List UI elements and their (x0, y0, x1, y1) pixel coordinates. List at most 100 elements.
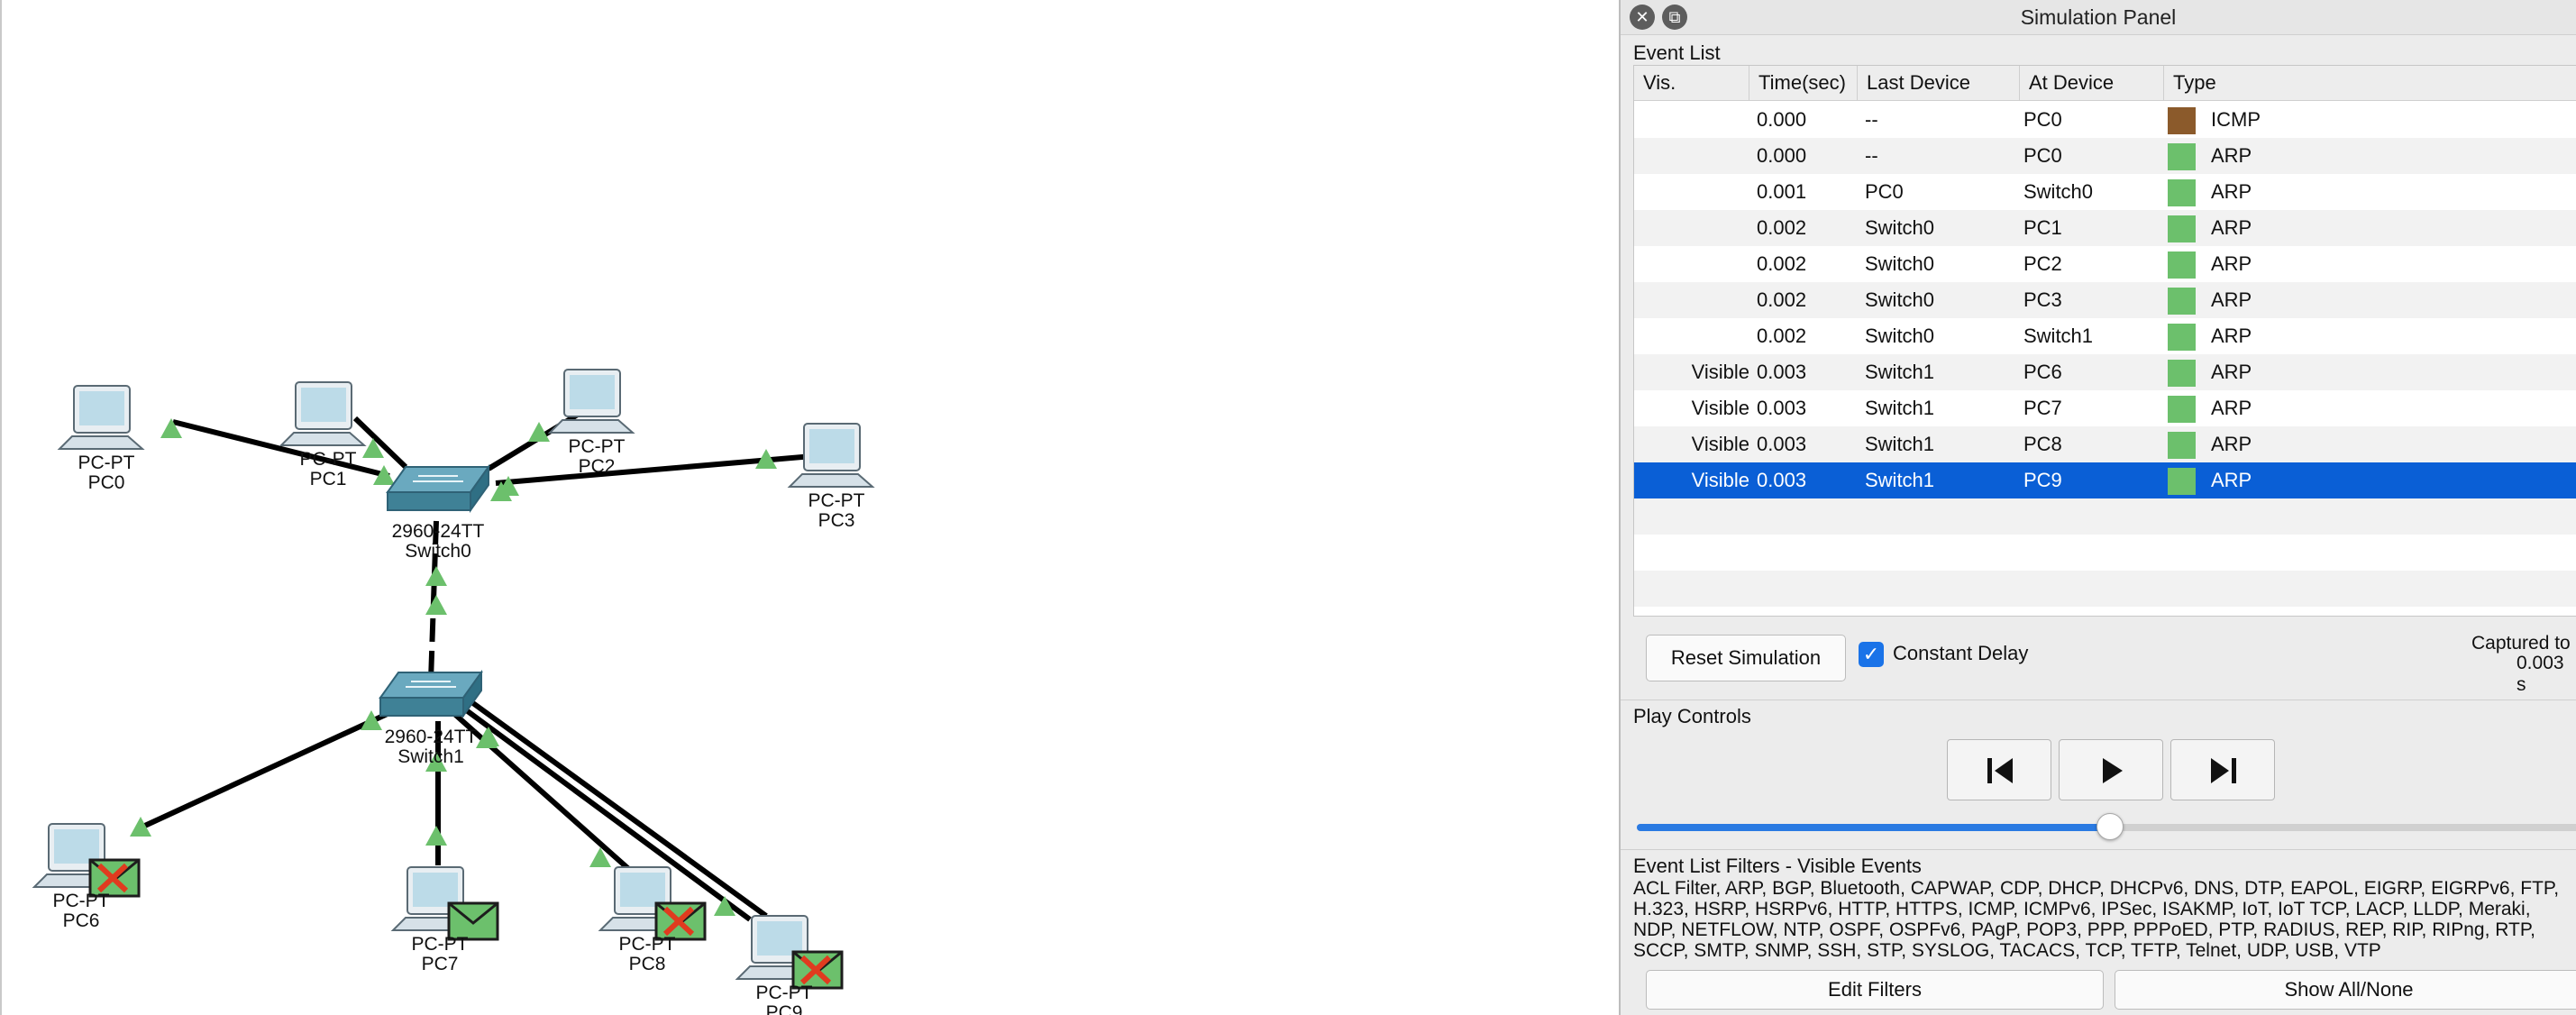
column-header-time[interactable]: Time(sec) (1749, 66, 1858, 100)
event-time: 0.003 (1757, 397, 1807, 419)
simulation-panel: ✕ ⧉ Simulation Panel Event List Vis. Tim… (1619, 0, 2576, 1015)
panel-title: Simulation Panel (2020, 5, 2177, 29)
pc-model-label: PC-PT (300, 449, 357, 470)
event-last-device: Switch1 (1865, 469, 1935, 491)
keyboard-icon (57, 435, 145, 450)
event-type-swatch[interactable] (2168, 396, 2196, 423)
event-type: ARP (2211, 361, 2252, 383)
screen-icon (570, 375, 615, 409)
switch-device[interactable] (379, 669, 483, 719)
event-type-swatch[interactable] (2168, 215, 2196, 242)
column-header-last-device[interactable]: Last Device (1858, 66, 2020, 100)
constant-delay-checkbox[interactable]: ✓ (1859, 642, 1884, 667)
event-vis (1634, 102, 1749, 138)
event-at-device: PC2 (2023, 252, 2062, 275)
pc-device[interactable] (279, 381, 367, 446)
logical-workspace[interactable]: PC-PT PC0 PC-PT PC1 PC-PT PC2 PC-PT PC3 PC-PT PC6… (0, 0, 1619, 1015)
switch-device[interactable] (386, 463, 490, 514)
switch-model-label: 2960-24TT (385, 727, 478, 747)
event-row[interactable]: 0.002 Switch0 PC1 ARP (1634, 210, 2576, 246)
pc-name-label: PC7 (422, 954, 459, 974)
column-header-vis[interactable]: Vis. (1634, 66, 1749, 100)
screen-icon (413, 873, 458, 907)
play-button[interactable] (2059, 739, 2163, 800)
event-row[interactable]: 0.000 -- PC0 ARP (1634, 138, 2576, 174)
event-row[interactable]: 0.002 Switch0 PC2 ARP (1634, 246, 2576, 282)
event-row[interactable]: 0.002 Switch0 PC3 ARP (1634, 282, 2576, 318)
event-row[interactable]: 0.002 Switch0 Switch1 ARP (1634, 318, 2576, 354)
pc-device[interactable] (547, 369, 635, 434)
event-list-table[interactable]: Vis. Time(sec) Last Device At Device Typ… (1633, 65, 2576, 617)
switch-model-label: 2960-24TT (392, 521, 485, 542)
panel-titlebar: ✕ ⧉ Simulation Panel (1621, 0, 2576, 35)
pc-model-label: PC-PT (412, 934, 469, 955)
edit-filters-button[interactable]: Edit Filters (1646, 970, 2104, 1010)
event-last-device: Switch1 (1865, 361, 1935, 383)
screen-icon (809, 429, 854, 463)
event-last-device: Switch0 (1865, 252, 1935, 275)
event-type: ARP (2211, 144, 2252, 167)
event-at-device: PC3 (2023, 288, 2062, 311)
screen-icon (79, 391, 124, 425)
show-all-none-button[interactable]: Show All/None (2115, 970, 2576, 1010)
event-type-swatch[interactable] (2168, 179, 2196, 206)
event-row[interactable]: Visible 0.003 Switch1 PC6 ARP (1634, 354, 2576, 390)
pc-device[interactable] (32, 823, 141, 898)
event-vis (1634, 174, 1749, 210)
event-type-swatch[interactable] (2168, 360, 2196, 387)
empty-row (1634, 498, 2576, 535)
pc-model-label: PC-PT (808, 490, 865, 511)
network-link[interactable] (460, 704, 752, 922)
keyboard-icon (279, 432, 367, 446)
event-at-device: PC9 (2023, 469, 2062, 491)
switch-front-icon (379, 697, 464, 717)
event-type: ARP (2211, 288, 2252, 311)
pc-name-label: PC6 (63, 910, 100, 931)
event-row[interactable]: 0.001 PC0 Switch0 ARP (1634, 174, 2576, 210)
column-header-type[interactable]: Type (2164, 66, 2576, 100)
event-type-swatch[interactable] (2168, 107, 2196, 134)
column-header-at-device[interactable]: At Device (2020, 66, 2164, 100)
pc-device[interactable] (390, 866, 499, 941)
topology-canvas[interactable]: PC-PTPC0PC-PTPC1PC-PTPC2PC-PTPC3PC-PTPC6… (2, 0, 1621, 1015)
pc-model-label: PC-PT (569, 436, 626, 457)
event-type: ARP (2211, 469, 2252, 491)
play-controls-label: Play Controls (1633, 705, 1751, 727)
filters-list: ACL Filter, ARP, BGP, Bluetooth, CAPWAP,… (1633, 878, 2560, 961)
event-type: ARP (2211, 397, 2252, 419)
pc-device[interactable] (57, 385, 145, 450)
pc-device[interactable] (735, 915, 844, 990)
event-row[interactable]: Visible 0.003 Switch1 PC9 ARP (1634, 462, 2576, 498)
network-link[interactable] (451, 709, 635, 875)
event-type: ARP (2211, 180, 2252, 203)
event-type-swatch[interactable] (2168, 143, 2196, 170)
screen-icon (54, 829, 99, 864)
network-link[interactable] (172, 419, 390, 479)
switch-name-label: Switch0 (405, 541, 471, 562)
event-row[interactable]: 0.000 -- PC0 ICMP (1634, 102, 2576, 138)
event-type-swatch[interactable] (2168, 288, 2196, 315)
event-time: 0.003 (1757, 361, 1807, 383)
slider-thumb[interactable] (2096, 813, 2124, 840)
back-button[interactable] (1947, 739, 2051, 800)
forward-button[interactable] (2170, 739, 2275, 800)
event-time: 0.000 (1757, 144, 1807, 167)
event-row[interactable]: Visible 0.003 Switch1 PC7 ARP (1634, 390, 2576, 426)
event-type-swatch[interactable] (2168, 251, 2196, 279)
screen-icon (757, 921, 802, 956)
network-link[interactable] (352, 416, 408, 470)
event-time: 0.002 (1757, 325, 1807, 347)
event-at-device: PC0 (2023, 108, 2062, 131)
event-type-swatch[interactable] (2168, 468, 2196, 495)
pc-model-label: PC-PT (78, 453, 135, 473)
constant-delay-label: Constant Delay (1893, 642, 2029, 664)
event-vis: Visible (1691, 433, 1749, 455)
event-type-swatch[interactable] (2168, 324, 2196, 351)
event-list-label: Event List (1633, 41, 1721, 64)
link-light-icon (425, 566, 447, 586)
event-type-swatch[interactable] (2168, 432, 2196, 459)
reset-simulation-button[interactable]: Reset Simulation (1646, 635, 1846, 681)
event-row[interactable]: Visible 0.003 Switch1 PC8 ARP (1634, 426, 2576, 462)
pc-name-label: PC3 (818, 510, 855, 531)
network-link[interactable] (135, 709, 393, 832)
